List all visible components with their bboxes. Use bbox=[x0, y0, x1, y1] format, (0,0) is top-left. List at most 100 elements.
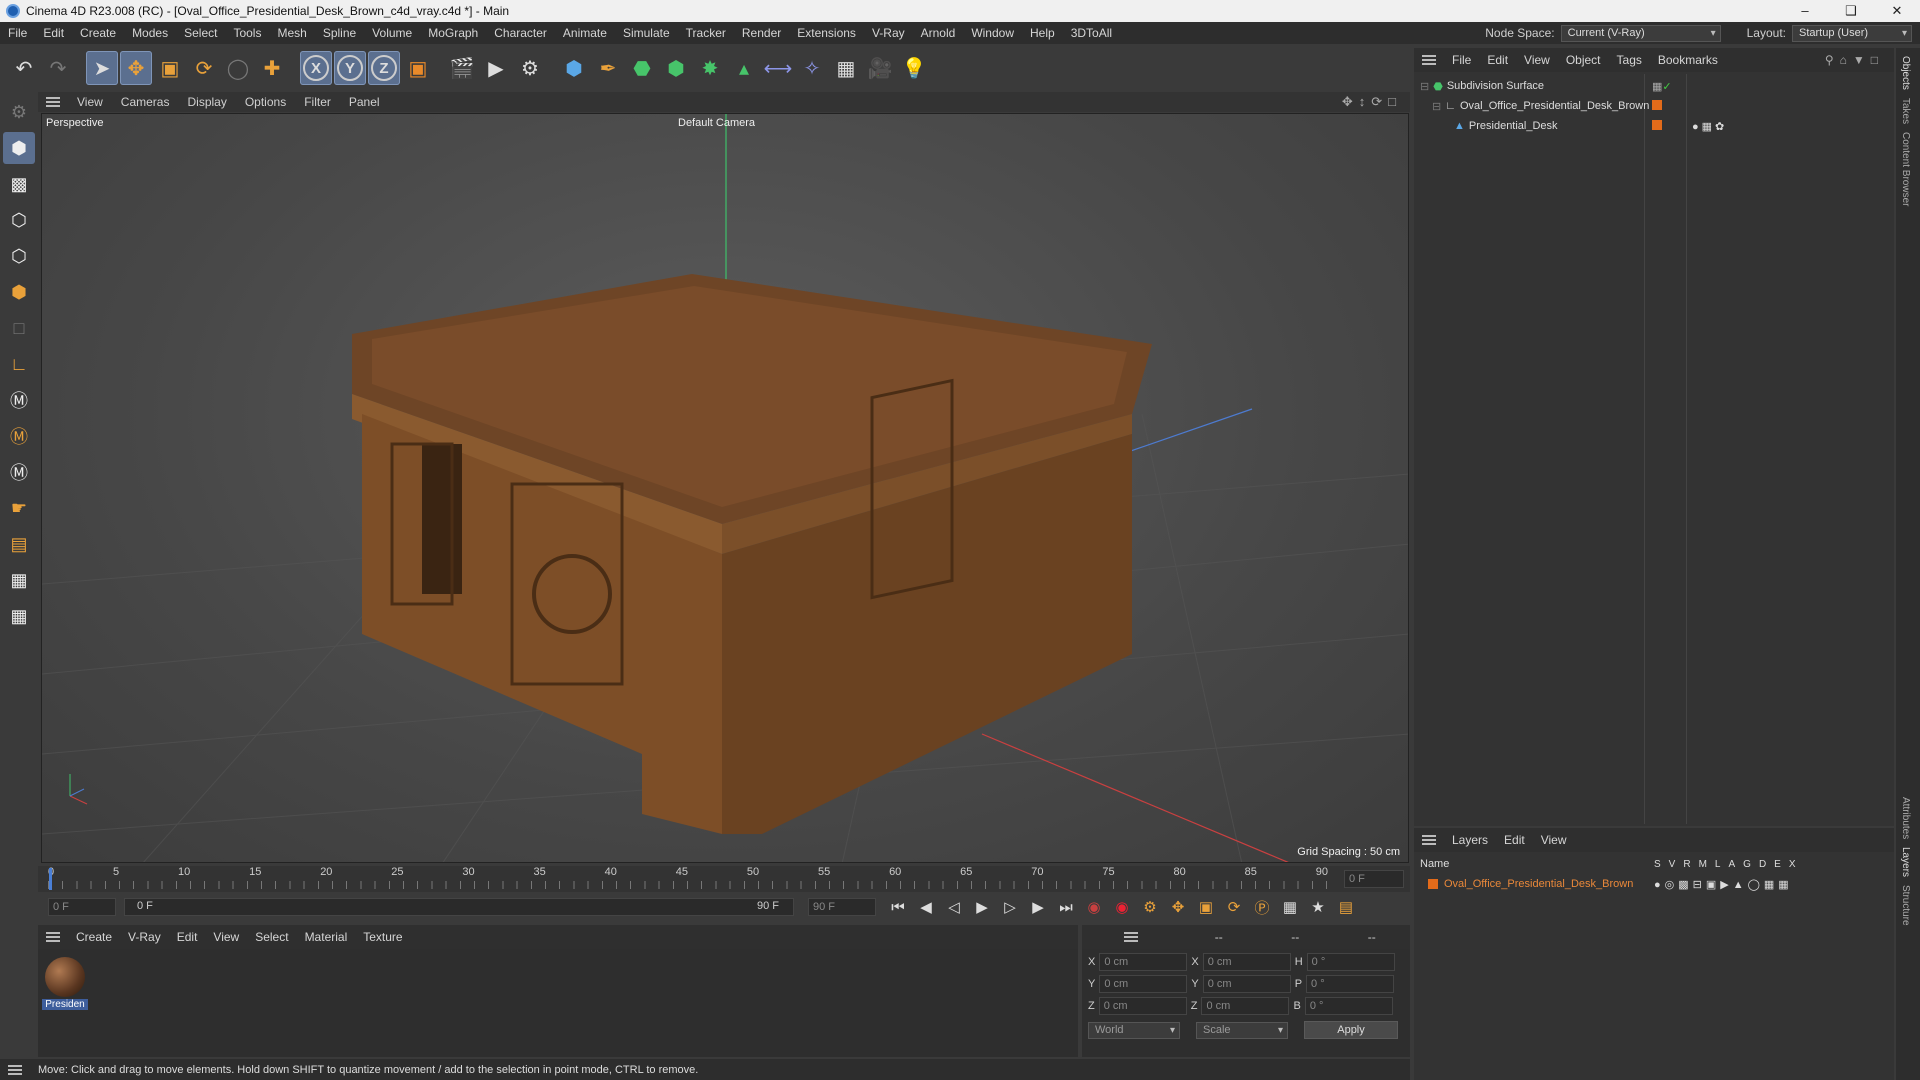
material-menu-icon[interactable] bbox=[46, 932, 60, 942]
record-icon[interactable]: ◉ bbox=[1082, 895, 1106, 919]
apply-button[interactable]: Apply bbox=[1304, 1021, 1398, 1039]
object-menu-tags[interactable]: Tags bbox=[1609, 53, 1650, 67]
key-pla-icon[interactable]: ▦ bbox=[1278, 895, 1302, 919]
x-axis-lock-icon[interactable]: X bbox=[300, 51, 332, 85]
tab-structure[interactable]: Structure bbox=[1900, 885, 1911, 926]
undo-icon[interactable]: ↶ bbox=[8, 51, 40, 85]
field-icon[interactable]: ✧ bbox=[796, 51, 828, 85]
menu-tracker[interactable]: Tracker bbox=[678, 22, 734, 44]
viewport-menu-display[interactable]: Display bbox=[178, 95, 235, 109]
viewport-menu-view[interactable]: View bbox=[68, 95, 112, 109]
position-x-field[interactable]: 0 cm bbox=[1099, 953, 1188, 971]
position-y-field[interactable]: 0 cm bbox=[1099, 975, 1188, 993]
size-x-field[interactable]: 0 cm bbox=[1202, 953, 1291, 971]
menu-file[interactable]: File bbox=[0, 22, 35, 44]
object-menu-bookmarks[interactable]: Bookmarks bbox=[1650, 53, 1726, 67]
previous-frame-icon[interactable]: ◁ bbox=[942, 895, 966, 919]
light-icon[interactable]: 💡 bbox=[898, 51, 930, 85]
menu-extensions[interactable]: Extensions bbox=[789, 22, 864, 44]
menu-character[interactable]: Character bbox=[486, 22, 555, 44]
pen-spline-icon[interactable]: ✒ bbox=[592, 51, 624, 85]
layer-color-swatch[interactable] bbox=[1428, 879, 1438, 889]
workplane-icon[interactable]: ∟ bbox=[3, 348, 35, 380]
material-menu-select[interactable]: Select bbox=[247, 930, 296, 944]
menu-help[interactable]: Help bbox=[1022, 22, 1063, 44]
y-axis-lock-icon[interactable]: Y bbox=[334, 51, 366, 85]
object-menu-object[interactable]: Object bbox=[1558, 53, 1609, 67]
cube-object-icon[interactable]: ⬢ bbox=[558, 51, 590, 85]
render-picture-viewer-icon[interactable]: ▶ bbox=[480, 51, 512, 85]
menu-spline[interactable]: Spline bbox=[315, 22, 364, 44]
layer-menu-icon[interactable] bbox=[1422, 835, 1436, 845]
scale-tool-icon[interactable]: ▣ bbox=[154, 51, 186, 85]
frame-range-slider[interactable]: 0 F 90 F bbox=[124, 898, 794, 916]
solo-icon[interactable]: Ⓜ bbox=[3, 384, 35, 416]
end-frame-field[interactable]: 90 F bbox=[808, 898, 876, 916]
layout-dropdown[interactable]: Startup (User) bbox=[1792, 24, 1912, 42]
menu-edit[interactable]: Edit bbox=[35, 22, 72, 44]
material-menu-texture[interactable]: Texture bbox=[355, 930, 410, 944]
texture-mode-icon[interactable]: ▩ bbox=[3, 168, 35, 200]
render-settings-icon[interactable]: ⚙ bbox=[514, 51, 546, 85]
key-selection-icon[interactable]: ⚙ bbox=[1138, 895, 1162, 919]
material-menu-vray[interactable]: V-Ray bbox=[120, 930, 169, 944]
polygons-mode-icon[interactable]: ⬢ bbox=[3, 276, 35, 308]
viewport-nav-icons[interactable]: ✥↕⟳□ bbox=[1342, 94, 1402, 110]
menu-tools[interactable]: Tools bbox=[225, 22, 269, 44]
tab-attributes[interactable]: Attributes bbox=[1900, 797, 1911, 839]
go-to-end-icon[interactable]: ⏭ bbox=[1054, 895, 1078, 919]
viewport-menu-cameras[interactable]: Cameras bbox=[112, 95, 179, 109]
size-z-field[interactable]: 0 cm bbox=[1201, 997, 1290, 1015]
rotation-p-field[interactable]: 0 ° bbox=[1306, 975, 1395, 993]
camera-label[interactable]: Default Camera bbox=[678, 117, 755, 129]
coordinate-space-dropdown[interactable]: World bbox=[1088, 1021, 1180, 1039]
position-z-field[interactable]: 0 cm bbox=[1098, 997, 1187, 1015]
floor-icon[interactable]: ▦ bbox=[830, 51, 862, 85]
tab-content-browser[interactable]: Content Browser bbox=[1900, 132, 1911, 206]
material-swatch[interactable]: Presiden bbox=[42, 955, 88, 1019]
viewport-menu-icon[interactable] bbox=[46, 97, 60, 107]
planar-workplane-icon[interactable]: ▦ bbox=[3, 564, 35, 596]
motion-tracking-icon[interactable]: ★ bbox=[1306, 895, 1330, 919]
snap-icon[interactable]: Ⓜ bbox=[3, 420, 35, 452]
tweak-icon[interactable]: ☛ bbox=[3, 492, 35, 524]
current-frame-field[interactable]: 0 F bbox=[1344, 870, 1404, 888]
object-row-desk-null[interactable]: ⊟ ∟ Oval_Office_Presidential_Desk_Brown bbox=[1414, 96, 1894, 116]
object-menu-edit[interactable]: Edit bbox=[1479, 53, 1516, 67]
uv-mode-icon[interactable]: □ bbox=[3, 312, 35, 344]
quantize-icon[interactable]: ▦ bbox=[3, 600, 35, 632]
size-y-field[interactable]: 0 cm bbox=[1202, 975, 1291, 993]
z-axis-lock-icon[interactable]: Z bbox=[368, 51, 400, 85]
layer-menu-layers[interactable]: Layers bbox=[1444, 833, 1496, 847]
mograph-effector-icon[interactable]: ▴ bbox=[728, 51, 760, 85]
layer-color-tag[interactable] bbox=[1652, 99, 1662, 113]
key-position-icon[interactable]: ✥ bbox=[1166, 895, 1190, 919]
menu-3dtoall[interactable]: 3DToAll bbox=[1063, 22, 1120, 44]
model-mode-icon[interactable]: ⬢ bbox=[3, 132, 35, 164]
deformer-icon[interactable]: ⟷ bbox=[762, 51, 794, 85]
edit-check-icon[interactable]: ▦✓ bbox=[1652, 80, 1672, 93]
place-tool-icon[interactable]: ✚ bbox=[256, 51, 288, 85]
layer-menu-view[interactable]: View bbox=[1533, 833, 1575, 847]
select-tool-icon[interactable]: ➤ bbox=[86, 51, 118, 85]
object-search-icons[interactable]: ⚲⌂▼□ bbox=[1825, 53, 1884, 67]
playhead[interactable] bbox=[49, 868, 52, 890]
camera-icon[interactable]: 🎥 bbox=[864, 51, 896, 85]
status-menu-icon[interactable] bbox=[8, 1064, 22, 1075]
object-row-subdivision-surface[interactable]: ⊟ ⬣ Subdivision Surface ▦✓ bbox=[1414, 76, 1894, 96]
rotation-h-field[interactable]: 0 ° bbox=[1306, 953, 1395, 971]
extrude-generator-icon[interactable]: ⬢ bbox=[660, 51, 692, 85]
layer-menu-edit[interactable]: Edit bbox=[1496, 833, 1533, 847]
object-row-presidential-desk[interactable]: ▲ Presidential_Desk ●▦✿ bbox=[1414, 116, 1894, 136]
maximize-button[interactable]: ❑ bbox=[1828, 0, 1874, 22]
menu-vray[interactable]: V-Ray bbox=[864, 22, 913, 44]
menu-render[interactable]: Render bbox=[734, 22, 789, 44]
material-menu-material[interactable]: Material bbox=[297, 930, 356, 944]
menu-select[interactable]: Select bbox=[176, 22, 225, 44]
tab-takes[interactable]: Takes bbox=[1900, 98, 1911, 124]
make-editable-icon[interactable]: ⚙ bbox=[3, 96, 35, 128]
auto-key-icon[interactable]: ◉ bbox=[1110, 895, 1134, 919]
layer-color-tag[interactable] bbox=[1652, 119, 1662, 133]
subdivision-surface-icon[interactable]: ⬣ bbox=[626, 51, 658, 85]
menu-mesh[interactable]: Mesh bbox=[269, 22, 314, 44]
